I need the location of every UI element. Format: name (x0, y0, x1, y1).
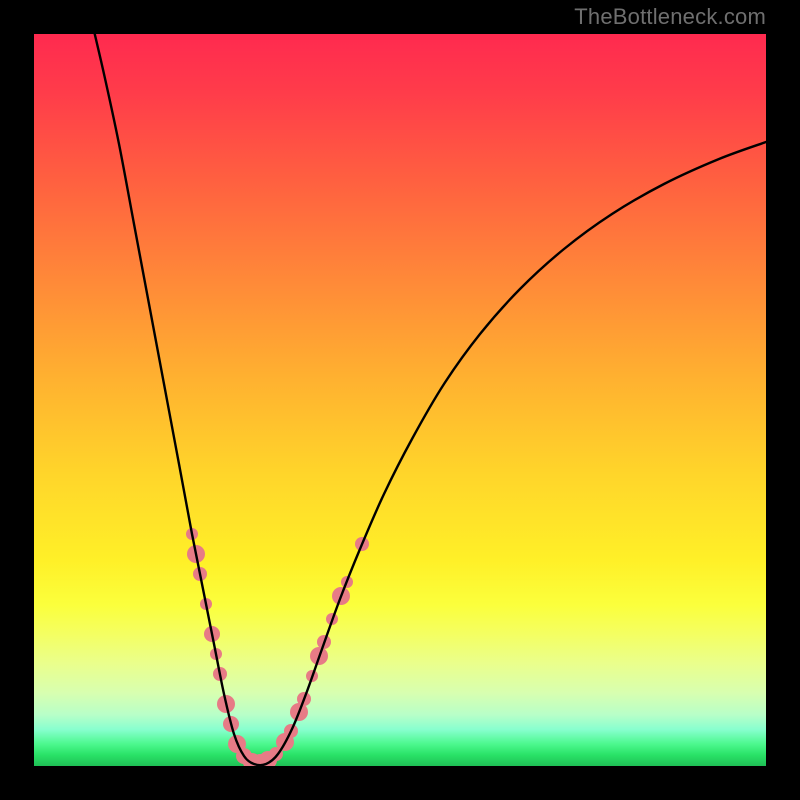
bottleneck-curve (90, 34, 766, 765)
chart-svg (34, 34, 766, 766)
watermark-text: TheBottleneck.com (574, 4, 766, 30)
chart-frame: TheBottleneck.com (0, 0, 800, 800)
plot-area (34, 34, 766, 766)
